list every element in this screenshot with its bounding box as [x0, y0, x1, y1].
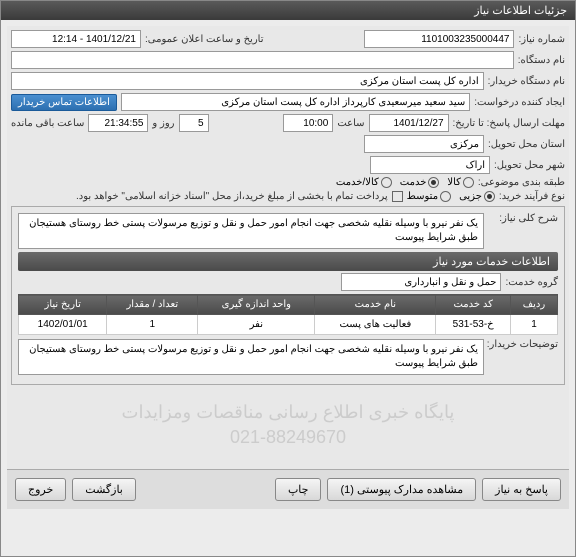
- radio-motavaset-label: متوسط: [407, 191, 438, 202]
- contact-buyer-button[interactable]: اطلاعات تماس خریدار: [11, 94, 117, 111]
- remain-label: ساعت باقی مانده: [11, 118, 84, 129]
- th-date: تاریخ نیاز: [19, 295, 107, 315]
- row-purchase-type: نوع فرآیند خرید: جزیی متوسط پرداخت تمام …: [11, 191, 565, 202]
- radio-jozi-label: جزیی: [459, 191, 482, 202]
- radio-icon: [428, 177, 439, 188]
- back-button[interactable]: بازگشت: [72, 478, 136, 501]
- th-unit: واحد اندازه گیری: [198, 295, 315, 315]
- td-row: 1: [511, 315, 558, 335]
- row-device: نام دستگاه:: [11, 51, 565, 69]
- row-subject-class: طبقه بندی موضوعی: کالا خدمت کالا/خدمت: [11, 177, 565, 188]
- row-buyer-notes: توضیحات خریدار: یک نفر نیرو با وسیله نقل…: [18, 339, 558, 375]
- device-label: نام دستگاه:: [518, 55, 565, 66]
- radio-icon: [484, 191, 495, 202]
- radio-khedmat[interactable]: خدمت: [400, 177, 440, 188]
- device-field: [11, 51, 514, 69]
- form-area: شماره نیاز: 1101003235000447 تاریخ و ساع…: [7, 26, 569, 469]
- th-qty: تعداد / مقدار: [107, 295, 198, 315]
- requester-field: سید سعید میرسعیدی کارپرداز اداره کل پست …: [121, 93, 470, 111]
- subject-class-label: طبقه بندی موضوعی:: [478, 177, 565, 188]
- radio-icon: [463, 177, 474, 188]
- time-label-1: ساعت: [337, 118, 364, 129]
- footer-buttons: پاسخ به نیاز مشاهده مدارک پیوستی (1) چاپ…: [7, 469, 569, 509]
- watermark-line1: پایگاه خبری اطلاع رسانی مناقصات ومزایدات: [122, 400, 455, 425]
- th-code: کد خدمت: [436, 295, 511, 315]
- announce-field: 1401/12/21 - 12:14: [11, 30, 141, 48]
- radio-motavaset[interactable]: متوسط: [407, 191, 451, 202]
- delivery-state-label: استان محل تحویل:: [488, 139, 565, 150]
- td-qty: 1: [107, 315, 198, 335]
- watermark: پایگاه خبری اطلاع رسانی مناقصات ومزایدات…: [122, 400, 455, 450]
- radio-jozi[interactable]: جزیی: [459, 191, 495, 202]
- need-number-field: 1101003235000447: [364, 30, 514, 48]
- delivery-state-field: مرکزی: [364, 135, 484, 153]
- radio-kala[interactable]: کالا: [447, 177, 474, 188]
- td-name: فعالیت های پست: [315, 315, 436, 335]
- window-title: جزئیات اطلاعات نیاز: [474, 5, 567, 17]
- table-row[interactable]: 1 خ-53-531 فعالیت های پست نفر 1 1402/01/…: [19, 315, 558, 335]
- purchase-checkbox[interactable]: [392, 191, 403, 202]
- respond-button[interactable]: پاسخ به نیاز: [482, 478, 561, 501]
- purchase-radio-group: جزیی متوسط: [407, 191, 495, 202]
- service-group-label: گروه خدمت:: [505, 277, 558, 288]
- delivery-city-field: اراک: [370, 156, 490, 174]
- watermark-line2: 021-88249670: [122, 425, 455, 450]
- subject-radio-group: کالا خدمت کالا/خدمت: [336, 177, 474, 188]
- requester-label: ایجاد کننده درخواست:: [474, 97, 565, 108]
- attachments-button[interactable]: مشاهده مدارک پیوستی (1): [327, 478, 476, 501]
- remain-time-field: 21:34:55: [88, 114, 148, 132]
- row-delivery-city: شهر محل تحویل: اراک: [11, 156, 565, 174]
- radio-kala-khedmat[interactable]: کالا/خدمت: [336, 177, 392, 188]
- desc-field: یک نفر نیرو با وسیله نقلیه شخصی جهت انجا…: [18, 213, 484, 249]
- radio-icon: [381, 177, 392, 188]
- purchase-note: پرداخت تمام با بخشی از مبلغ خرید،از محل …: [76, 191, 388, 202]
- buyer-notes-label: توضیحات خریدار:: [488, 339, 558, 375]
- row-buyer: نام دستگاه خریدار: اداره کل پست استان مر…: [11, 72, 565, 90]
- radio-kala-label: کالا: [447, 177, 461, 188]
- print-button[interactable]: چاپ: [275, 478, 322, 501]
- details-box: شرح کلی نیاز: یک نفر نیرو با وسیله نقلیه…: [11, 206, 565, 385]
- days-field: 5: [179, 114, 209, 132]
- watermark-area: پایگاه خبری اطلاع رسانی مناقصات ومزایدات…: [11, 385, 565, 465]
- row-service-group: گروه خدمت: حمل و نقل و انبارداری: [18, 273, 558, 291]
- td-code: خ-53-531: [436, 315, 511, 335]
- announce-label: تاریخ و ساعت اعلان عمومی:: [145, 34, 264, 45]
- need-number-label: شماره نیاز:: [518, 34, 565, 45]
- row-deadline: مهلت ارسال پاسخ: تا تاریخ: 1401/12/27 سا…: [11, 114, 565, 132]
- purchase-type-label: نوع فرآیند خرید:: [499, 191, 565, 202]
- row-requester: ایجاد کننده درخواست: سید سعید میرسعیدی ک…: [11, 93, 565, 111]
- delivery-city-label: شهر محل تحویل:: [494, 160, 565, 171]
- buyer-field: اداره کل پست استان مرکزی: [11, 72, 484, 90]
- footer-right-group: بازگشت خروج: [15, 478, 136, 501]
- radio-kalakhedmat-label: کالا/خدمت: [336, 177, 379, 188]
- deadline-date-field: 1401/12/27: [369, 114, 449, 132]
- content-area: شماره نیاز: 1101003235000447 تاریخ و ساع…: [1, 20, 575, 515]
- td-date: 1402/01/01: [19, 315, 107, 335]
- th-name: نام خدمت: [315, 295, 436, 315]
- day-label: روز و: [152, 118, 174, 129]
- services-table: ردیف کد خدمت نام خدمت واحد اندازه گیری ت…: [18, 294, 558, 335]
- table-header-row: ردیف کد خدمت نام خدمت واحد اندازه گیری ت…: [19, 295, 558, 315]
- buyer-label: نام دستگاه خریدار:: [488, 76, 565, 87]
- footer-left-group: پاسخ به نیاز مشاهده مدارک پیوستی (1) چاپ: [275, 478, 561, 501]
- row-delivery-state: استان محل تحویل: مرکزی: [11, 135, 565, 153]
- services-header: اطلاعات خدمات مورد نیاز: [18, 252, 558, 271]
- td-unit: نفر: [198, 315, 315, 335]
- exit-button[interactable]: خروج: [15, 478, 66, 501]
- service-group-field: حمل و نقل و انبارداری: [341, 273, 501, 291]
- main-window: جزئیات اطلاعات نیاز شماره نیاز: 11010032…: [0, 0, 576, 557]
- radio-khedmat-label: خدمت: [400, 177, 427, 188]
- row-desc: شرح کلی نیاز: یک نفر نیرو با وسیله نقلیه…: [18, 213, 558, 249]
- row-need-number: شماره نیاز: 1101003235000447 تاریخ و ساع…: [11, 30, 565, 48]
- th-row: ردیف: [511, 295, 558, 315]
- deadline-label: مهلت ارسال پاسخ: تا تاریخ:: [453, 118, 565, 129]
- radio-icon: [440, 191, 451, 202]
- deadline-time-field: 10:00: [283, 114, 333, 132]
- desc-label: شرح کلی نیاز:: [488, 213, 558, 249]
- buyer-notes-field: یک نفر نیرو با وسیله نقلیه شخصی جهت انجا…: [18, 339, 484, 375]
- window-titlebar: جزئیات اطلاعات نیاز: [1, 1, 575, 20]
